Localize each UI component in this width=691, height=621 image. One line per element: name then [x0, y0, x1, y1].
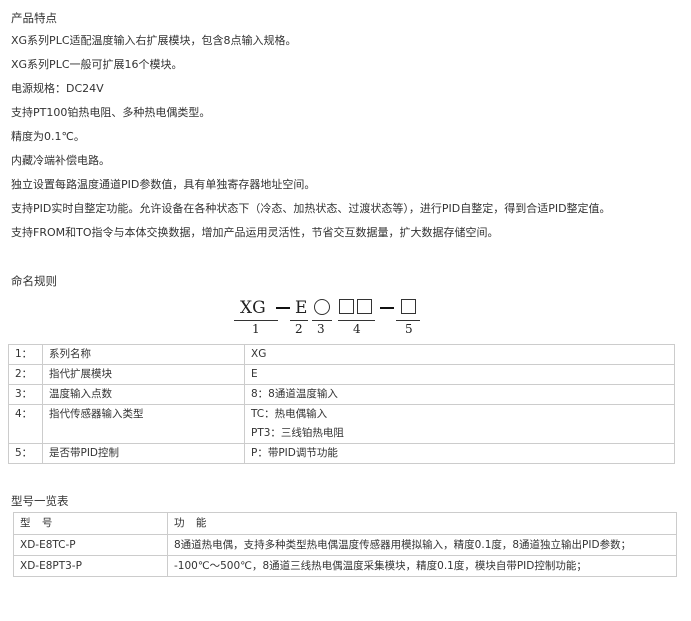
row-index: 1：: [8, 344, 43, 365]
naming-box-placeholder: [357, 299, 372, 314]
table-row: 3： 温度输入点数 8：8通道温度输入: [8, 384, 675, 405]
feature-item: XG系列PLC一般可扩展16个模块。: [11, 58, 183, 71]
row-index: 5：: [8, 443, 43, 464]
feature-item: 独立设置每路温度通道PID参数值，具有单独寄存器地址空间。: [11, 178, 316, 191]
naming-number: 4: [353, 322, 361, 336]
naming-letter: E: [295, 298, 308, 318]
row-value: XG: [244, 344, 675, 365]
naming-number: 5: [405, 322, 413, 336]
naming-title: 命名规则: [11, 274, 57, 288]
model-function: 8通道热电偶，支持多种类型热电偶温度传感器用模拟输入，精度0.1度，8通道独立输…: [167, 534, 677, 556]
table-row: XD-E8TC-P 8通道热电偶，支持多种类型热电偶温度传感器用模拟输入，精度0…: [13, 534, 677, 556]
models-title: 型号一览表: [11, 494, 69, 508]
naming-table: 1： 系列名称 XG 2： 指代扩展模块 E 3： 温度输入点数 8：8通道温度…: [8, 344, 675, 464]
row-value: E: [244, 364, 675, 385]
naming-prefix: XG: [240, 298, 266, 318]
document-page: 产品特点 XG系列PLC适配温度输入右扩展模块，包含8点输入规格。 XG系列PL…: [0, 0, 691, 621]
header-function: 功 能: [167, 512, 677, 535]
feature-item: 支持FROM和TO指令与本体交换数据，增加产品运用灵活性，节省交互数据量，扩大数…: [11, 226, 499, 239]
row-value-line: PT3：三线铂热电阻: [251, 427, 344, 439]
naming-number: 2: [295, 322, 303, 336]
row-name: 指代传感器输入类型: [42, 404, 245, 444]
naming-underline: [396, 320, 420, 321]
feature-item: 精度为0.1℃。: [11, 130, 85, 143]
model-name: XD-E8PT3-P: [13, 555, 168, 577]
naming-dash: [380, 307, 394, 309]
table-header-row: 型 号 功 能: [13, 512, 677, 535]
row-value-line: TC：热电偶输入: [251, 408, 328, 420]
feature-item: 支持PT100铂热电阻、多种热电偶类型。: [11, 106, 211, 119]
table-row: 2： 指代扩展模块 E: [8, 364, 675, 385]
feature-item: XG系列PLC适配温度输入右扩展模块，包含8点输入规格。: [11, 34, 297, 47]
table-row: 4： 指代传感器输入类型 TC：热电偶输入 PT3：三线铂热电阻: [8, 404, 675, 444]
header-model: 型 号: [13, 512, 168, 535]
naming-dash: [276, 307, 290, 309]
table-row: 5： 是否带PID控制 P：带PID调节功能: [8, 443, 675, 464]
naming-number: 1: [252, 322, 260, 336]
table-row: 1： 系列名称 XG: [8, 344, 675, 365]
row-name: 指代扩展模块: [42, 364, 245, 385]
naming-underline: [290, 320, 308, 321]
naming-box-placeholder: [401, 299, 416, 314]
naming-number: 3: [317, 322, 325, 336]
models-table: 型 号 功 能 XD-E8TC-P 8通道热电偶，支持多种类型热电偶温度传感器用…: [13, 512, 677, 577]
naming-circle-placeholder: [314, 299, 330, 315]
features-title: 产品特点: [11, 11, 57, 25]
feature-item: 内藏冷端补偿电路。: [11, 154, 110, 167]
naming-diagram: XG E 1 2 3 4 5: [232, 296, 432, 338]
row-index: 3：: [8, 384, 43, 405]
naming-underline: [338, 320, 375, 321]
row-index: 4：: [8, 404, 43, 444]
row-name: 是否带PID控制: [42, 443, 245, 464]
table-row: XD-E8PT3-P -100℃～500℃，8通道三线热电偶温度采集模块，精度0…: [13, 555, 677, 577]
feature-item: 电源规格：DC24V: [11, 82, 104, 95]
row-index: 2：: [8, 364, 43, 385]
row-name: 系列名称: [42, 344, 245, 365]
naming-box-placeholder: [339, 299, 354, 314]
model-name: XD-E8TC-P: [13, 534, 168, 556]
row-name: 温度输入点数: [42, 384, 245, 405]
model-function: -100℃～500℃，8通道三线热电偶温度采集模块，精度0.1度，模块自带PID…: [167, 555, 677, 577]
row-value: TC：热电偶输入 PT3：三线铂热电阻: [244, 404, 675, 444]
naming-underline: [234, 320, 278, 321]
row-value: 8：8通道温度输入: [244, 384, 675, 405]
feature-item: 支持PID实时自整定功能。允许设备在各种状态下（冷态、加热状态、过渡状态等），进…: [11, 202, 611, 215]
row-value: P：带PID调节功能: [244, 443, 675, 464]
naming-underline: [312, 320, 332, 321]
